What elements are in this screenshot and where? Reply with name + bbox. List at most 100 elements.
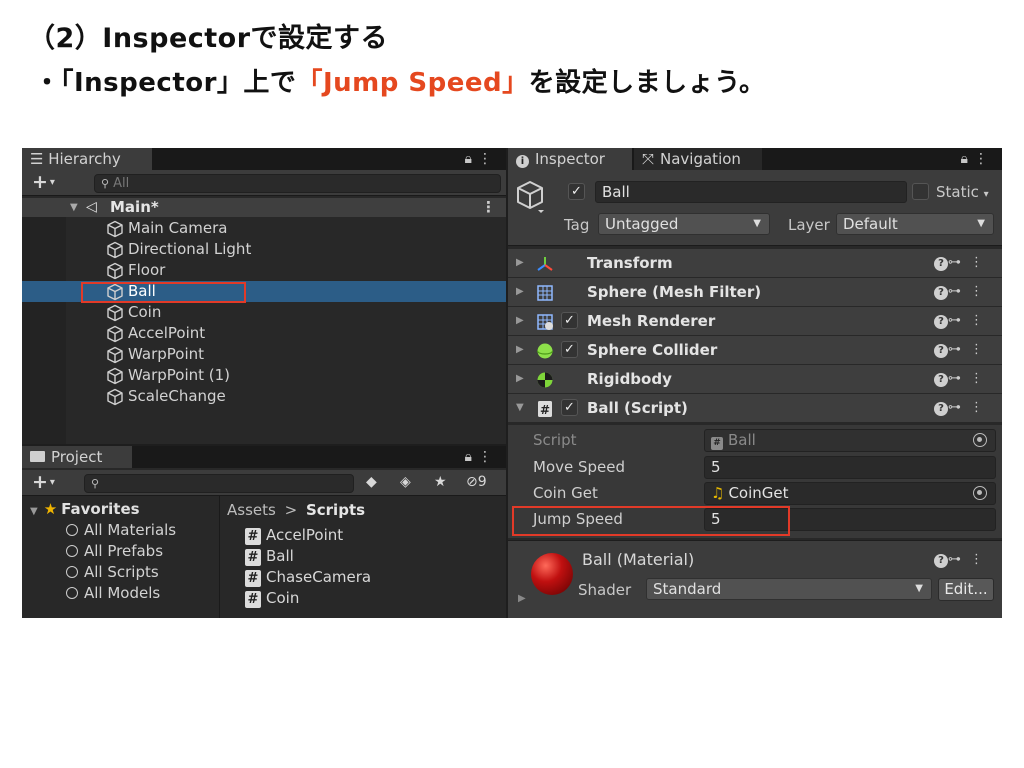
component-enabled-checkbox[interactable]: ✓ (561, 312, 578, 329)
search-by-type-icon[interactable]: ◆ (366, 470, 377, 494)
breadcrumb-assets[interactable]: Assets (227, 501, 276, 519)
hierarchy-tab-actions[interactable]: 🔒︎⋮ (465, 148, 498, 170)
expand-triangle-icon[interactable]: ▶ (516, 336, 524, 364)
component-actions[interactable]: ? ⊶⋮ (934, 307, 992, 335)
kebab-menu-icon[interactable]: ⋮ (970, 255, 992, 270)
expand-triangle-icon[interactable]: ▶ (516, 249, 524, 277)
component-actions[interactable]: ? ⊶⋮ (934, 278, 992, 306)
favorites-item[interactable]: All Scripts (66, 563, 159, 581)
gameobject-cube-icon[interactable] (516, 180, 546, 214)
object-name-field[interactable]: Ball (595, 181, 907, 203)
kebab-menu-icon[interactable]: ⋮ (970, 313, 992, 328)
edit-shader-button[interactable]: Edit... (938, 578, 994, 601)
component-actions[interactable]: ? ⊶⋮ (934, 365, 992, 393)
help-icon[interactable]: ? (934, 554, 948, 568)
settings-sliders-icon[interactable]: ⊶ (948, 284, 970, 299)
help-icon[interactable]: ? (934, 344, 948, 358)
component-header[interactable]: ▶ ✓ Mesh Renderer? ⊶⋮ (508, 307, 1002, 336)
favorites-item[interactable]: All Prefabs (66, 542, 163, 560)
active-checkbox[interactable]: ✓ (568, 183, 585, 200)
script-asset[interactable]: # Ball (245, 547, 294, 566)
settings-sliders-icon[interactable]: ⊶ (948, 552, 970, 567)
tag-dropdown[interactable]: Untagged ▼ (598, 213, 770, 235)
component-actions[interactable]: ? ⊶⋮ (934, 249, 992, 277)
component-header[interactable]: ▶ Transform? ⊶⋮ (508, 249, 1002, 278)
kebab-menu-icon[interactable]: ⋮ (478, 449, 498, 465)
help-icon[interactable]: ? (934, 286, 948, 300)
project-tab-actions[interactable]: 🔒︎⋮ (465, 446, 498, 468)
tab-inspector[interactable]: i Inspector (508, 148, 632, 170)
tab-project[interactable]: Project (22, 446, 132, 468)
favorites-item[interactable]: All Models (66, 584, 160, 602)
object-picker-icon[interactable] (973, 486, 987, 500)
tab-hierarchy[interactable]: ☰ Hierarchy (22, 148, 152, 170)
lock-icon[interactable]: 🔒︎ (961, 151, 974, 167)
kebab-menu-icon[interactable]: ⋮ (970, 342, 992, 357)
help-icon[interactable]: ? (934, 257, 948, 271)
hierarchy-item[interactable]: AccelPoint (22, 323, 506, 344)
help-icon[interactable]: ? (934, 373, 948, 387)
static-dropdown[interactable]: Static ▾ (936, 181, 989, 206)
scene-row[interactable]: ▼ ◁ Main* ⋮ (22, 198, 506, 217)
script-asset[interactable]: # ChaseCamera (245, 568, 371, 587)
kebab-menu-icon[interactable]: ⋮ (970, 400, 992, 415)
kebab-menu-icon[interactable]: ⋮ (970, 552, 992, 567)
expand-triangle-icon[interactable]: ▼ (70, 198, 78, 217)
component-header[interactable]: ▶ ✓ Sphere Collider? ⊶⋮ (508, 336, 1002, 365)
favorites-star-icon[interactable]: ★ (434, 470, 447, 494)
kebab-menu-icon[interactable]: ⋮ (970, 284, 992, 299)
hidden-packages-icon[interactable]: ⊘9 (466, 470, 487, 494)
component-actions[interactable]: ? ⊶⋮ (934, 336, 992, 364)
script-asset[interactable]: # Coin (245, 589, 299, 608)
lock-icon[interactable]: 🔒︎ (465, 449, 478, 465)
script-asset[interactable]: # AccelPoint (245, 526, 343, 545)
hierarchy-item[interactable]: WarpPoint (1) (22, 365, 506, 386)
component-enabled-checkbox[interactable]: ✓ (561, 399, 578, 416)
tab-navigation[interactable]: ⤧ Navigation (634, 148, 762, 170)
expand-triangle-icon[interactable]: ▶ (518, 593, 526, 604)
layer-dropdown[interactable]: Default ▼ (836, 213, 994, 235)
component-header[interactable]: ▶ Rigidbody? ⊶⋮ (508, 365, 1002, 394)
expand-triangle-icon[interactable]: ▶ (516, 278, 524, 306)
coin-get-field[interactable]: ♫ CoinGet (704, 482, 996, 505)
help-icon[interactable]: ? (934, 402, 948, 416)
kebab-menu-icon[interactable]: ⋮ (974, 151, 994, 167)
settings-sliders-icon[interactable]: ⊶ (948, 255, 970, 270)
project-search-input[interactable]: ⚲ (84, 474, 354, 493)
component-header[interactable]: ▼ # ✓ Ball (Script)? ⊶⋮ (508, 394, 1002, 423)
material-actions[interactable]: ? ⊶⋮ (934, 549, 992, 571)
component-header[interactable]: ▶ Sphere (Mesh Filter)? ⊶⋮ (508, 278, 1002, 307)
settings-sliders-icon[interactable]: ⊶ (948, 342, 970, 357)
move-speed-field[interactable]: 5 (704, 456, 996, 479)
settings-sliders-icon[interactable]: ⊶ (948, 371, 970, 386)
create-dropdown-button[interactable]: + ▾ (32, 471, 55, 494)
help-icon[interactable]: ? (934, 315, 948, 329)
create-dropdown-button[interactable]: + ▾ (32, 171, 55, 194)
hierarchy-item[interactable]: Main Camera (22, 218, 506, 239)
hierarchy-item[interactable]: WarpPoint (22, 344, 506, 365)
expand-triangle-icon[interactable]: ▼ (30, 506, 38, 517)
collapse-triangle-icon[interactable]: ▼ (516, 394, 524, 422)
hierarchy-search-input[interactable]: ⚲ All (94, 174, 501, 193)
component-actions[interactable]: ? ⊶⋮ (934, 394, 992, 422)
search-by-label-icon[interactable]: ◈ (400, 470, 411, 494)
hierarchy-item[interactable]: Coin (22, 302, 506, 323)
kebab-menu-icon[interactable]: ⋮ (478, 151, 498, 167)
hierarchy-item[interactable]: Directional Light (22, 239, 506, 260)
expand-triangle-icon[interactable]: ▶ (516, 365, 524, 393)
lock-icon[interactable]: 🔒︎ (465, 151, 478, 167)
hierarchy-item[interactable]: ScaleChange (22, 386, 506, 407)
settings-sliders-icon[interactable]: ⊶ (948, 400, 970, 415)
shader-dropdown[interactable]: Standard ▼ (646, 578, 932, 600)
expand-triangle-icon[interactable]: ▶ (516, 307, 524, 335)
hierarchy-item[interactable]: Floor (22, 260, 506, 281)
favorites-item[interactable]: All Materials (66, 521, 176, 539)
breadcrumb-scripts[interactable]: Scripts (306, 501, 365, 519)
settings-sliders-icon[interactable]: ⊶ (948, 313, 970, 328)
kebab-menu-icon[interactable]: ⋮ (481, 198, 496, 217)
inspector-tab-actions[interactable]: 🔒︎⋮ (961, 148, 994, 170)
static-checkbox[interactable] (912, 183, 929, 200)
kebab-menu-icon[interactable]: ⋮ (970, 371, 992, 386)
component-enabled-checkbox[interactable]: ✓ (561, 341, 578, 358)
favorites-header[interactable]: ▼ ★ Favorites (30, 500, 140, 518)
